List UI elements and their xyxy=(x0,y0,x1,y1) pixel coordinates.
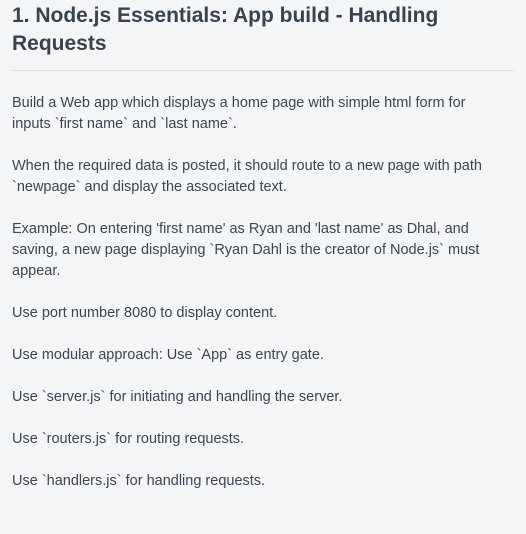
description-paragraph: Use `handlers.js` for handling requests. xyxy=(12,473,266,489)
description-paragraph: Use `routers.js` for routing requests. xyxy=(12,431,245,447)
challenge-description: Build a Web app which displays a home pa… xyxy=(12,93,514,492)
description-paragraph: Build a Web app which displays a home pa… xyxy=(12,95,466,132)
description-paragraph: Example: On entering 'first name' as Rya… xyxy=(12,221,480,279)
description-paragraph: Use port number 8080 to display content. xyxy=(12,305,278,321)
description-paragraph: When the required data is posted, it sho… xyxy=(12,158,482,195)
challenge-panel: 1. Node.js Essentials: App build - Handl… xyxy=(0,0,526,534)
description-paragraph: Use `server.js` for initiating and handl… xyxy=(12,389,343,405)
challenge-title: 1. Node.js Essentials: App build - Handl… xyxy=(12,4,439,55)
title-divider xyxy=(12,70,515,71)
description-paragraph: Use modular approach: Use `App` as entry… xyxy=(12,347,324,363)
